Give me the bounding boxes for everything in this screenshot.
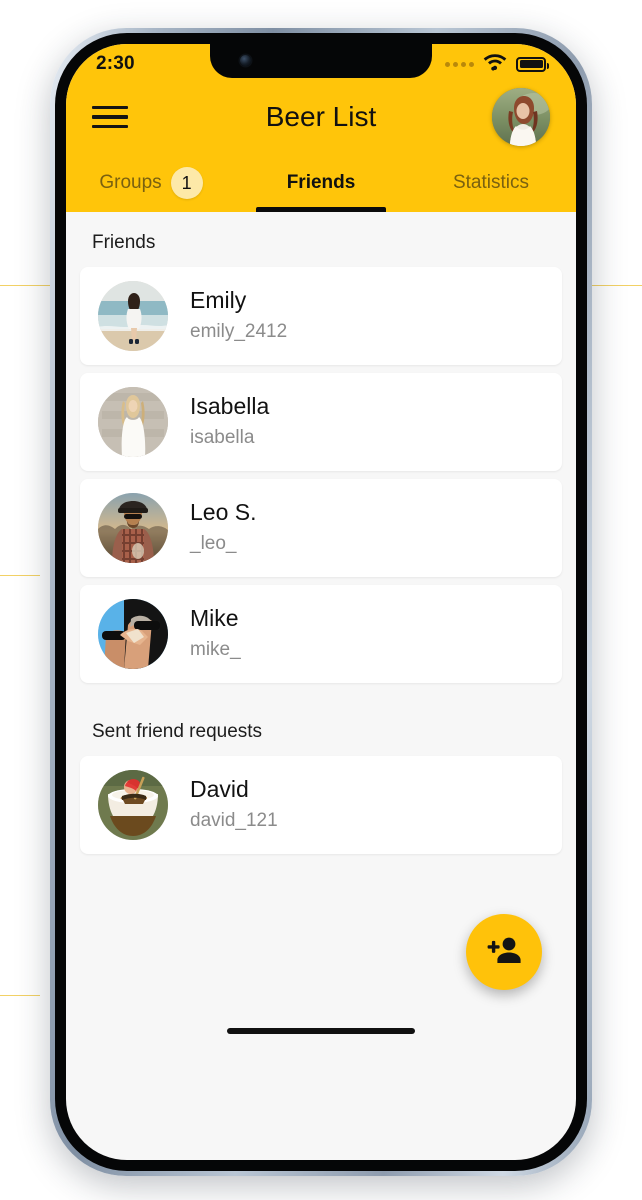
home-indicator [227, 1028, 415, 1034]
background-guide-line [0, 575, 40, 576]
cellular-dots-icon [445, 61, 474, 67]
avatar [98, 770, 168, 840]
friend-name: Leo S. [190, 499, 257, 526]
friend-username: david_121 [190, 810, 278, 832]
list-item[interactable]: Isabella isabella [80, 373, 562, 471]
person-add-icon [486, 935, 522, 970]
list-item-text: Leo S. _leo_ [190, 498, 257, 557]
background-guide-line [0, 995, 40, 996]
list-item-text: Isabella isabella [190, 392, 269, 451]
title-bar: Beer List [66, 80, 576, 154]
friend-username: mike_ [190, 639, 241, 661]
avatar [98, 493, 168, 563]
friend-name: David [190, 776, 249, 803]
list-item-text: David david_121 [190, 775, 278, 834]
section-header-sent-requests: Sent friend requests [92, 721, 263, 742]
list-item[interactable]: David david_121 [80, 756, 562, 854]
tab-statistics[interactable]: Statistics [406, 154, 576, 212]
tab-friends[interactable]: Friends [236, 154, 406, 212]
tab-statistics-label: Statistics [452, 172, 530, 193]
tab-bar: Groups 1 Friends Statistics [66, 154, 576, 212]
status-bar-time: 2:30 [96, 53, 135, 74]
list-item-text: Mike mike_ [190, 604, 241, 663]
avatar [98, 281, 168, 351]
phone-device-frame: 2:30 Beer List Groups 1 Friends Statisti… [50, 28, 592, 1176]
list-item[interactable]: Mike mike_ [80, 585, 562, 683]
tab-friends-label: Friends [286, 172, 356, 193]
avatar [98, 387, 168, 457]
avatar [98, 599, 168, 669]
tab-groups[interactable]: Groups 1 [66, 154, 236, 212]
friend-name: Mike [190, 605, 239, 632]
status-badge: 1 [170, 167, 203, 199]
section-header-friends: Friends [92, 232, 156, 253]
friend-username: _leo_ [190, 533, 237, 555]
battery-full-icon [516, 56, 549, 72]
front-camera-icon [240, 55, 251, 66]
phone-bezel: 2:30 Beer List Groups 1 Friends Statisti… [55, 33, 587, 1171]
wifi-icon [483, 53, 507, 76]
friend-name: Emily [190, 287, 247, 314]
status-bar-indicators [445, 53, 549, 76]
tab-groups-label: Groups [99, 172, 162, 193]
hamburger-menu-icon[interactable] [92, 100, 128, 135]
friends-list-container[interactable]: Friends Emily emily_2412 Isabella isabel… [66, 212, 576, 1048]
phone-screen: 2:30 Beer List Groups 1 Friends Statisti… [66, 44, 576, 1160]
list-item-text: Emily emily_2412 [190, 286, 287, 345]
friend-username: isabella [190, 427, 255, 449]
avatar[interactable] [492, 88, 550, 146]
list-item[interactable]: Leo S. _leo_ [80, 479, 562, 577]
friend-username: emily_2412 [190, 321, 288, 343]
list-item[interactable]: Emily emily_2412 [80, 267, 562, 365]
display-notch [210, 44, 432, 78]
friend-name: Isabella [190, 393, 270, 420]
add-friend-button[interactable] [466, 914, 542, 990]
